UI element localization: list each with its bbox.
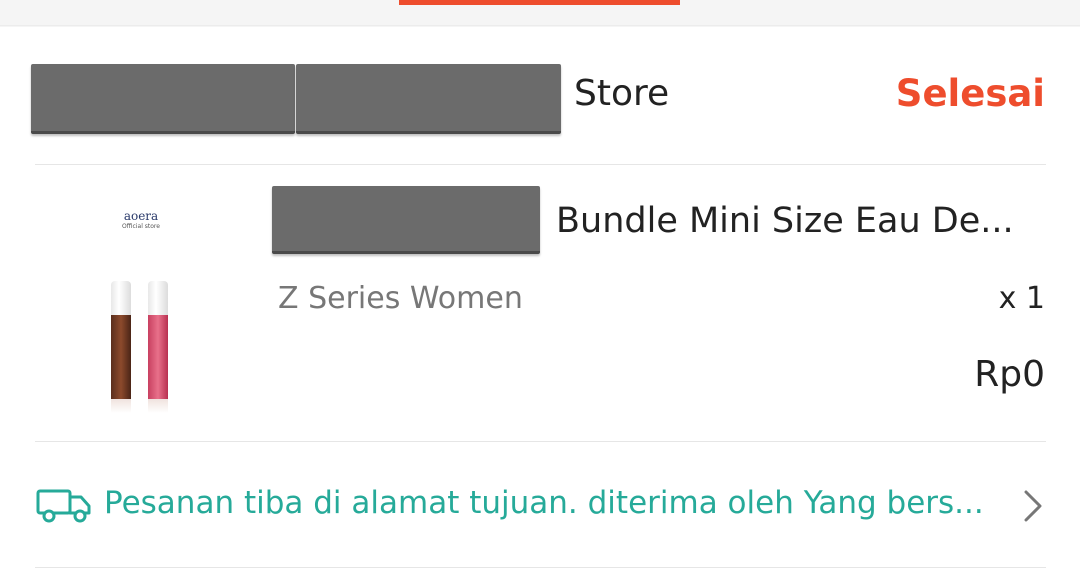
product-price: Rp0	[974, 354, 1045, 395]
product-thumbnail[interactable]: aoera Official store	[36, 189, 246, 419]
brand-subtitle: Official store	[122, 223, 160, 230]
product-item[interactable]: aoera Official store Bundle Mini Size Ea…	[0, 165, 1080, 442]
perfume-bottle-brown	[111, 281, 131, 413]
shipping-status-text[interactable]: Pesanan tiba di alamat tujuan. diterima …	[104, 482, 994, 525]
top-tab-strip	[0, 0, 1080, 26]
product-variation: Z Series Women	[278, 281, 523, 316]
chevron-right-icon[interactable]	[1020, 489, 1046, 523]
order-card[interactable]: Store Selesai aoera Official store Bundl…	[0, 27, 1080, 569]
divider	[35, 567, 1046, 568]
product-quantity: x 1	[998, 281, 1045, 316]
truck-icon	[36, 489, 91, 523]
shop-name[interactable]: Store	[574, 72, 669, 115]
redacted-shop-name-part-1	[31, 64, 295, 134]
product-title[interactable]: Bundle Mini Size Eau De...	[556, 199, 1046, 245]
divider	[35, 441, 1046, 442]
redacted-shop-name-part-2	[296, 64, 561, 134]
perfume-bottle-pink	[148, 281, 168, 413]
order-status: Selesai	[895, 72, 1045, 115]
shop-header[interactable]: Store Selesai	[0, 27, 1080, 165]
active-tab-indicator	[399, 0, 680, 5]
shipping-status-row[interactable]: Pesanan tiba di alamat tujuan. diterima …	[0, 443, 1080, 568]
redacted-product-title	[272, 186, 540, 254]
brand-logo: aoera	[123, 209, 159, 223]
